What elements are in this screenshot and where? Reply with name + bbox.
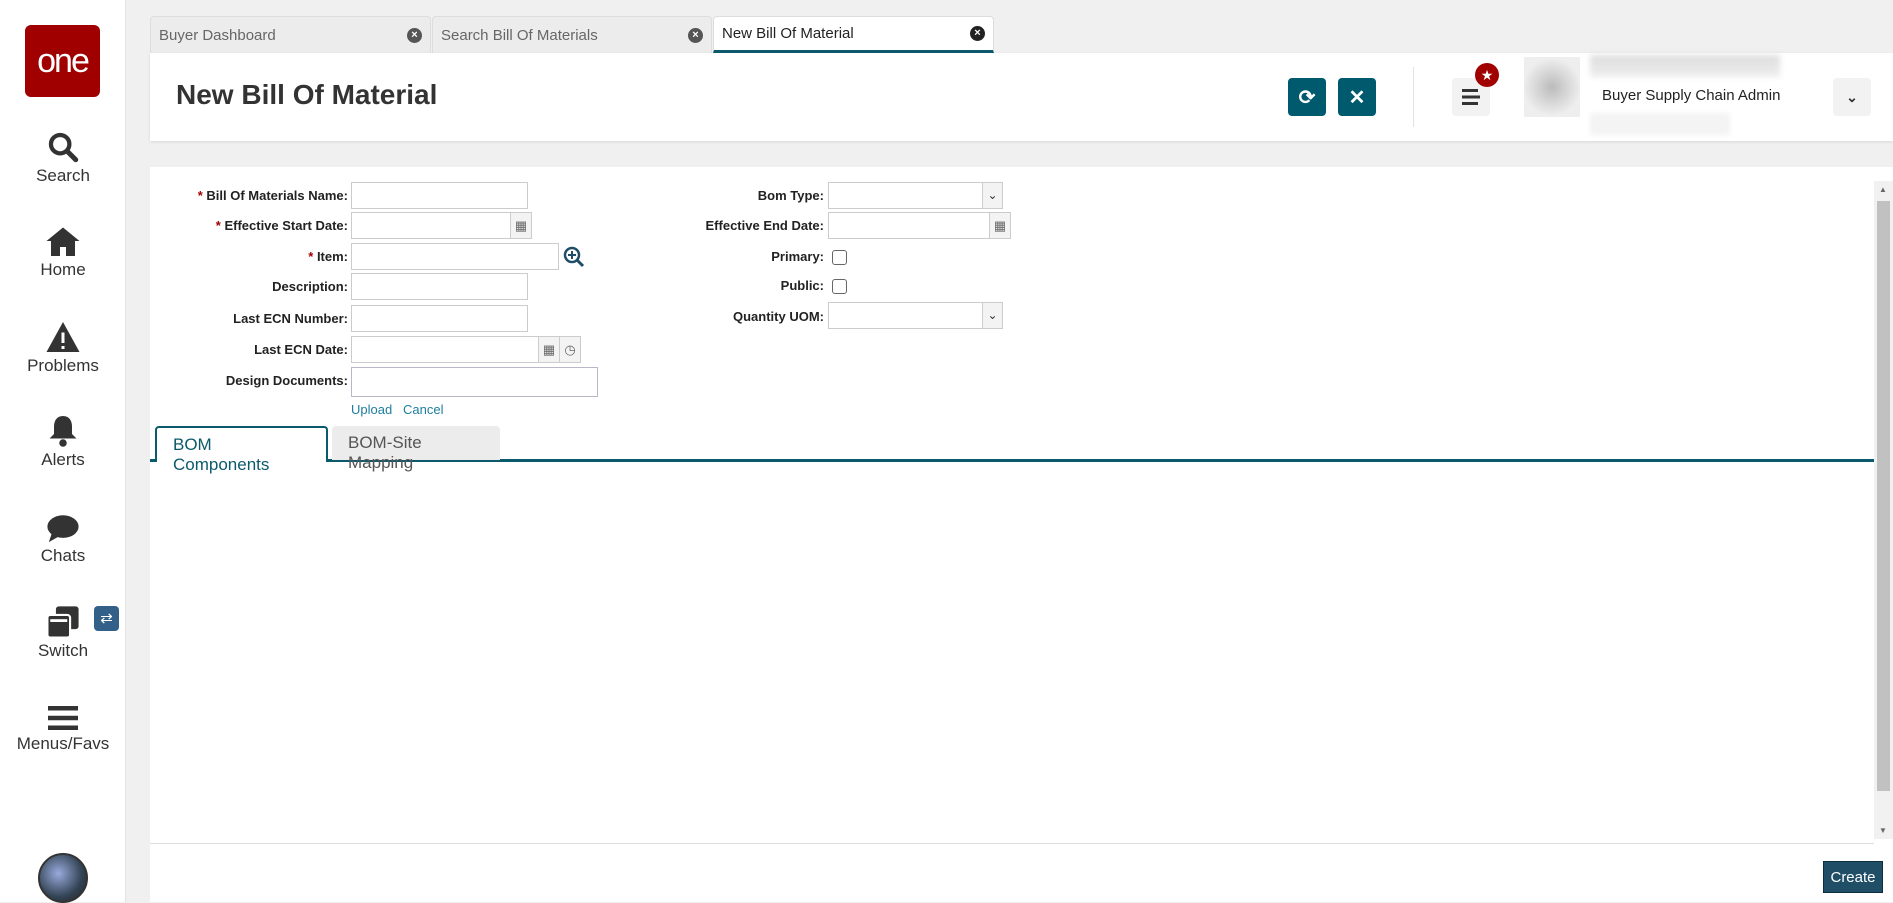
effective-end-date-input[interactable] xyxy=(828,212,990,239)
tab-buyer-dashboard[interactable]: Buyer Dashboard × xyxy=(150,16,431,53)
bom-name-label: * Bill Of Materials Name: xyxy=(197,188,348,203)
switch-icon xyxy=(46,606,79,639)
logo[interactable]: one xyxy=(25,25,100,97)
primary-label: Primary: xyxy=(771,249,824,264)
quantity-uom-select[interactable]: ⌄ xyxy=(828,302,1003,329)
user-name-blurred xyxy=(1590,55,1780,77)
close-tab-icon[interactable]: × xyxy=(970,26,985,41)
tab-label: Buyer Dashboard xyxy=(159,26,276,44)
item-label: * Item: xyxy=(308,249,348,264)
bom-form-panel: * Bill Of Materials Name: * Effective St… xyxy=(150,167,1893,902)
menu-icon xyxy=(48,706,78,730)
description-input[interactable] xyxy=(351,273,528,300)
star-badge-icon: ★ xyxy=(1475,63,1499,87)
user-role: Buyer Supply Chain Admin xyxy=(1602,87,1781,104)
scrollbar-thumb[interactable] xyxy=(1877,201,1890,791)
vertical-scrollbar[interactable]: ▲ ▼ xyxy=(1874,181,1893,839)
sidebar-item-label: Search xyxy=(36,166,90,185)
chat-icon xyxy=(47,515,79,543)
last-ecn-number-label: Last ECN Number: xyxy=(233,311,348,326)
refresh-icon: ⟳ xyxy=(1298,86,1316,109)
clock-icon[interactable]: ◷ xyxy=(559,336,581,363)
last-ecn-date-label: Last ECN Date: xyxy=(254,342,348,357)
cancel-upload-link[interactable]: Cancel xyxy=(403,402,443,417)
menu-icon xyxy=(1462,89,1480,105)
chevron-down-icon: ⌄ xyxy=(982,183,1002,208)
calendar-icon[interactable]: ▦ xyxy=(989,212,1011,239)
home-icon xyxy=(46,227,80,256)
effective-start-date-input[interactable] xyxy=(351,212,511,239)
last-ecn-number-input[interactable] xyxy=(351,305,528,332)
scroll-up-icon[interactable]: ▲ xyxy=(1879,185,1887,194)
bell-icon xyxy=(49,416,77,447)
switch-badge-icon[interactable]: ⇄ xyxy=(94,606,119,631)
chevron-down-icon: ⌄ xyxy=(982,303,1002,328)
sidebar-item-home[interactable]: Home xyxy=(0,224,126,280)
close-tab-icon[interactable]: × xyxy=(688,27,703,43)
sidebar-item-label: Alerts xyxy=(41,450,85,469)
upload-link[interactable]: Upload xyxy=(351,402,392,417)
create-button[interactable]: Create xyxy=(1823,861,1883,893)
design-documents-input[interactable] xyxy=(351,367,598,397)
effective-start-date-label: * Effective Start Date: xyxy=(215,218,348,233)
tab-label: New Bill Of Material xyxy=(722,25,854,42)
bom-type-select[interactable]: ⌄ xyxy=(828,182,1003,209)
warning-icon xyxy=(46,322,80,352)
tab-new-bill-of-material[interactable]: New Bill Of Material × xyxy=(713,16,994,53)
description-label: Description: xyxy=(272,279,348,294)
quantity-uom-label: Quantity UOM: xyxy=(733,309,824,324)
sidebar-item-menus-favs[interactable]: Menus/Favs xyxy=(0,704,126,754)
footer-divider xyxy=(150,843,1874,844)
page-title: New Bill Of Material xyxy=(176,79,438,110)
sidebar-item-chats[interactable]: Chats xyxy=(0,512,126,566)
design-documents-label: Design Documents: xyxy=(225,373,348,388)
tab-label: Search Bill Of Materials xyxy=(441,26,598,44)
public-checkbox[interactable] xyxy=(832,279,847,294)
sidebar-item-label: Switch xyxy=(37,641,89,660)
sidebar-item-search[interactable]: Search xyxy=(0,130,126,186)
primary-checkbox[interactable] xyxy=(832,250,847,265)
public-label: Public: xyxy=(780,278,824,293)
tab-bom-components[interactable]: BOM Components xyxy=(155,426,328,474)
assistant-avatar[interactable] xyxy=(38,853,88,903)
user-avatar[interactable] xyxy=(1524,57,1580,117)
calendar-icon[interactable]: ▦ xyxy=(510,212,532,239)
last-ecn-date-input[interactable] xyxy=(351,336,539,363)
search-icon xyxy=(48,132,79,163)
sidebar-item-label: Chats xyxy=(40,546,86,565)
item-input[interactable] xyxy=(351,243,559,270)
sidebar-item-label: Problems xyxy=(27,356,99,375)
bom-type-label: Bom Type: xyxy=(757,188,824,203)
sidebar: one Search Home Problems Alerts Chats Sw… xyxy=(0,0,126,903)
user-menu-chevron-icon[interactable]: ⌄ xyxy=(1833,78,1871,116)
zoom-in-search-icon[interactable] xyxy=(563,246,585,268)
close-button[interactable]: ✕ xyxy=(1338,78,1376,116)
calendar-icon[interactable]: ▦ xyxy=(538,336,560,363)
tab-bom-site-mapping[interactable]: BOM-Site Mapping xyxy=(332,426,500,472)
bom-name-input[interactable] xyxy=(351,182,528,209)
refresh-button[interactable]: ⟳ xyxy=(1288,78,1326,116)
tab-search-bill-of-materials[interactable]: Search Bill Of Materials × xyxy=(432,16,712,53)
page-header: New Bill Of Material ⟳ ✕ ★ Buyer Supply … xyxy=(150,53,1893,141)
sidebar-item-problems[interactable]: Problems xyxy=(0,320,126,376)
close-tab-icon[interactable]: × xyxy=(407,27,422,43)
close-icon: ✕ xyxy=(1348,86,1366,109)
scroll-down-icon[interactable]: ▼ xyxy=(1879,826,1887,835)
user-org-blurred xyxy=(1590,113,1730,135)
divider xyxy=(1413,67,1414,127)
sidebar-item-alerts[interactable]: Alerts xyxy=(0,414,126,470)
sidebar-item-label: Home xyxy=(40,260,86,279)
sidebar-item-label: Menus/Favs xyxy=(16,734,110,753)
effective-end-date-label: Effective End Date: xyxy=(705,218,824,233)
